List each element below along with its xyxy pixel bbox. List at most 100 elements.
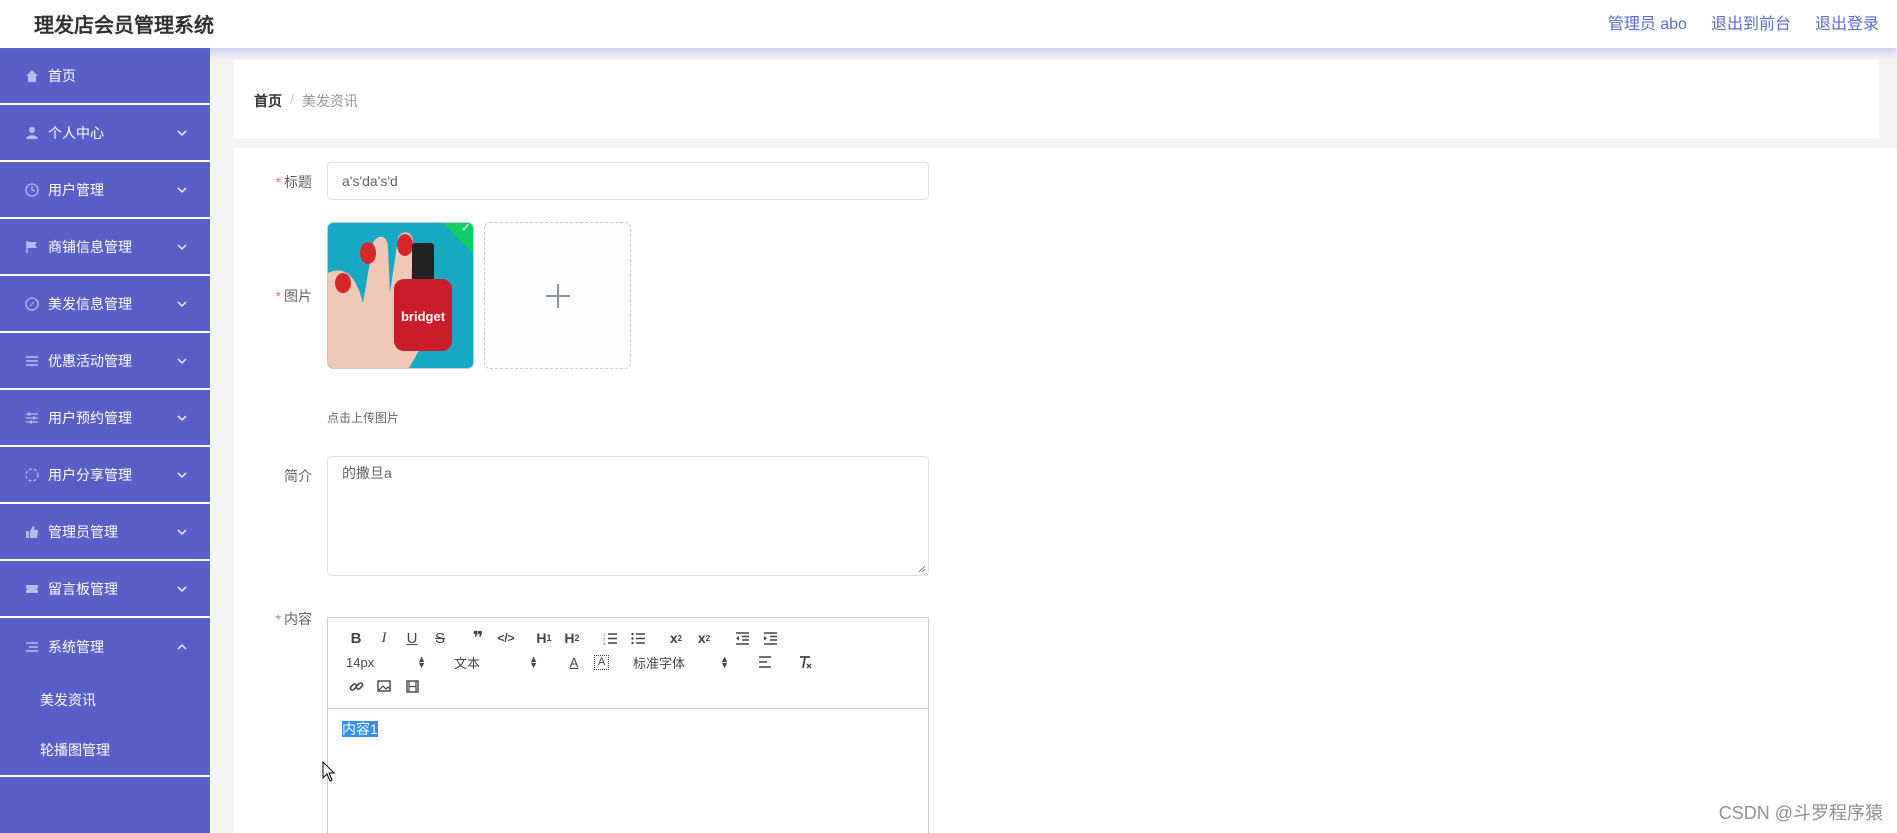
editor-toolbar: B I U S ❞ </> H1 H2 123 x2 x2 14px ▲ ▼ 文… — [328, 618, 928, 709]
subscript-icon[interactable]: x2 — [662, 626, 690, 650]
sidebar-item-label: 系统管理 — [48, 638, 104, 655]
blockquote-icon[interactable]: ❞ — [464, 626, 492, 650]
sidebar-item-reservations[interactable]: 用户预约管理 — [0, 390, 210, 447]
admin-user-label[interactable]: 管理员 abo — [1608, 10, 1687, 34]
link-icon[interactable] — [342, 674, 370, 698]
sidebar-item-personal[interactable]: 个人中心 — [0, 105, 210, 162]
select-arrows-icon: ▲ ▼ — [529, 654, 538, 670]
sidebar-subitem-carousel[interactable]: 轮播图管理 — [0, 725, 210, 775]
chevron-down-icon — [176, 298, 188, 310]
paragraph-select[interactable]: 文本 ▲ ▼ — [454, 650, 542, 674]
header-links: 管理员 abo 退出到前台 退出登录 — [1608, 10, 1879, 34]
main-content: 首页 / 美发资讯 * 标题 a's'da's'd * 图片 bridget ✓… — [210, 48, 1897, 833]
align-icon[interactable] — [751, 650, 779, 674]
image-label-text: 图片 — [284, 288, 312, 304]
compass-icon — [24, 296, 40, 312]
bold-icon[interactable]: B — [342, 626, 370, 650]
code-icon[interactable]: </> — [492, 626, 520, 650]
sidebar-item-label: 用户管理 — [48, 181, 104, 198]
list-icon — [24, 639, 40, 655]
photo-brand-text: bridget — [401, 309, 446, 324]
font-size-value: 14px — [346, 654, 375, 670]
resize-handle-icon[interactable] — [918, 565, 926, 573]
font-family-select[interactable]: 标准字体 ▲ ▼ — [633, 650, 733, 674]
back-to-front-link[interactable]: 退出到前台 — [1711, 10, 1791, 34]
strikethrough-icon[interactable]: S — [426, 626, 454, 650]
chevron-down-icon — [176, 127, 188, 139]
sidebar: 首页 个人中心 用户管理 商铺信息管理 美发信息管理 优惠活动管理 用户预约管理… — [0, 48, 210, 833]
ordered-list-icon[interactable]: 123 — [596, 626, 624, 650]
video-icon[interactable] — [398, 674, 426, 698]
heading1-icon[interactable]: H1 — [530, 626, 558, 650]
chevron-down-icon — [176, 241, 188, 253]
uploaded-image[interactable]: bridget ✓ — [327, 222, 474, 369]
image-icon[interactable] — [370, 674, 398, 698]
required-mark: * — [275, 174, 281, 190]
circle-icon — [24, 467, 40, 483]
sidebar-item-admins[interactable]: 管理员管理 — [0, 504, 210, 561]
paragraph-value: 文本 — [454, 655, 481, 671]
breadcrumb-current: 美发资讯 — [301, 93, 358, 109]
toolbar-row-2: 14px ▲ ▼ 文本 ▲ ▼ A A 标准字体 ▲ ▼ — [342, 650, 914, 674]
intro-textarea[interactable]: 的撒旦a — [327, 456, 929, 576]
sidebar-item-home[interactable]: 首页 — [0, 48, 210, 105]
outdent-icon[interactable] — [728, 626, 756, 650]
chevron-down-icon — [176, 412, 188, 424]
superscript-icon[interactable]: x2 — [690, 626, 718, 650]
bullet-list-icon[interactable] — [624, 626, 652, 650]
toolbar-row-1: B I U S ❞ </> H1 H2 123 x2 x2 — [342, 626, 914, 650]
clear-format-icon[interactable] — [791, 650, 819, 674]
clock-icon — [24, 182, 40, 198]
sidebar-subitem-hair-news[interactable]: 美发资讯 — [0, 675, 210, 725]
upload-hint: 点击上传图片 — [327, 411, 400, 425]
background-color-icon[interactable]: A — [594, 654, 609, 670]
sidebar-item-promotions[interactable]: 优惠活动管理 — [0, 333, 210, 390]
chevron-up-icon — [176, 641, 188, 653]
sidebar-item-messages[interactable]: 留言板管理 — [0, 561, 210, 618]
breadcrumb-home[interactable]: 首页 — [254, 91, 282, 111]
sidebar-item-system[interactable]: 系统管理 — [0, 618, 210, 675]
logout-link[interactable]: 退出登录 — [1815, 10, 1879, 34]
required-mark: * — [275, 288, 281, 304]
watermark: CSDN @斗罗程序猿 — [1718, 803, 1883, 823]
sidebar-item-label: 商铺信息管理 — [48, 238, 132, 255]
app-title: 理发店会员管理系统 — [34, 15, 214, 37]
underline-icon[interactable]: U — [398, 626, 426, 650]
sidebar-item-label: 个人中心 — [48, 124, 104, 141]
required-mark: * — [275, 611, 281, 627]
sidebar-item-label: 美发信息管理 — [48, 295, 132, 312]
breadcrumb: 首页 / 美发资讯 — [254, 91, 358, 111]
title-label: * 标题 — [252, 172, 312, 192]
upload-button[interactable] — [484, 222, 631, 369]
mouse-cursor-icon — [322, 761, 336, 782]
chevron-down-icon — [176, 526, 188, 538]
font-color-icon[interactable]: A — [560, 650, 588, 674]
intro-label: 简介 — [284, 468, 312, 484]
system-submenu: 美发资讯 轮播图管理 — [0, 675, 210, 777]
font-family-value: 标准字体 — [633, 655, 686, 671]
font-size-select[interactable]: 14px ▲ ▼ — [342, 650, 430, 674]
image-label: * 图片 — [252, 286, 312, 306]
sidebar-item-shares[interactable]: 用户分享管理 — [0, 447, 210, 504]
select-arrows-icon: ▲ ▼ — [720, 654, 729, 670]
plus-icon — [545, 283, 570, 308]
sidebar-item-label: 首页 — [48, 67, 76, 84]
content-label: * 内容 — [252, 609, 312, 629]
flag-icon — [24, 239, 40, 255]
title-input[interactable]: a's'da's'd — [327, 162, 929, 200]
sidebar-item-shop-info[interactable]: 商铺信息管理 — [0, 219, 210, 276]
title-label-text: 标题 — [284, 174, 312, 190]
top-header: 理发店会员管理系统 管理员 abo 退出到前台 退出登录 — [0, 0, 1897, 48]
news-form: * 标题 a's'da's'd * 图片 bridget ✓ 点击上传图片 简介… — [234, 148, 1897, 833]
svg-text:3: 3 — [603, 641, 606, 645]
menu-icon — [24, 353, 40, 369]
sidebar-item-users[interactable]: 用户管理 — [0, 162, 210, 219]
italic-icon[interactable]: I — [370, 626, 398, 650]
check-icon: ✓ — [460, 222, 471, 235]
sidebar-item-hair-info[interactable]: 美发信息管理 — [0, 276, 210, 333]
indent-icon[interactable] — [756, 626, 784, 650]
home-icon — [24, 68, 40, 84]
heading2-icon[interactable]: H2 — [558, 626, 586, 650]
editor-content-area[interactable]: 内容1 — [328, 709, 928, 749]
sidebar-item-label: 用户预约管理 — [48, 409, 132, 426]
